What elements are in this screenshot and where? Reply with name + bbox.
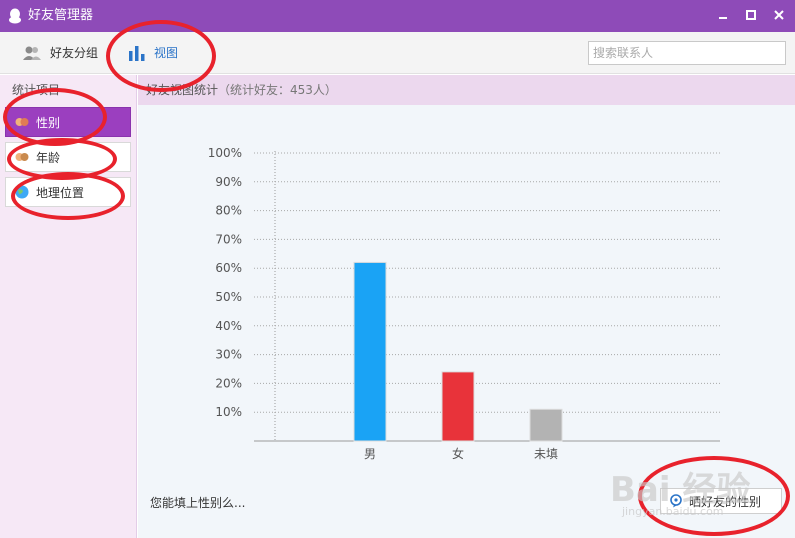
stats-title: 好友视图统计 (146, 83, 219, 97)
x-tick-label: 男 (364, 447, 376, 461)
friend-group-label: 好友分组 (50, 46, 99, 60)
sidebar-item-label: 性别 (36, 115, 61, 130)
friend-group-tab[interactable]: 好友分组 (22, 32, 98, 74)
toolbar: 好友分组 视图 (0, 32, 795, 74)
maximize-button[interactable] (740, 6, 762, 26)
sidebar-heading: 统计项目 (12, 83, 61, 97)
y-tick-label: 70% (215, 232, 242, 246)
close-icon (774, 10, 784, 20)
bar-3 (529, 408, 563, 442)
age-icon (15, 153, 29, 161)
close-button[interactable] (768, 6, 790, 26)
maximize-icon (746, 10, 756, 20)
y-tick-label: 50% (215, 290, 242, 304)
bar-chart-icon (129, 46, 145, 61)
minimize-button[interactable] (712, 6, 734, 26)
sidebar-item-label: 年龄 (36, 150, 61, 165)
window-title: 好友管理器 (28, 8, 94, 23)
sidebar-item-location[interactable]: 地理位置 (5, 177, 131, 207)
share-gender-button[interactable]: 晒好友的性别 (660, 488, 782, 514)
share-label: 晒好友的性别 (689, 494, 762, 509)
share-icon (670, 494, 682, 508)
users-icon (23, 46, 41, 60)
x-tick-label: 未填 (534, 447, 558, 461)
minimize-icon (719, 17, 727, 19)
bar-2 (441, 371, 475, 442)
main-panel: 好友视图统计（统计好友：453人） 10% 20% 30% 40% 50% 60% 70% 8… (138, 75, 795, 538)
gender-icon (15, 118, 29, 126)
y-tick-label: 30% (215, 348, 242, 362)
sidebar-item-gender[interactable]: 性别 (5, 107, 131, 137)
view-label: 视图 (154, 46, 179, 60)
sidebar-item-age[interactable]: 年龄 (5, 142, 131, 172)
x-tick-label: 女 (452, 446, 464, 461)
footer-prompt: 您能填上性别么... (150, 496, 246, 510)
y-tick-label: 40% (215, 319, 242, 333)
bar-1 (353, 261, 387, 442)
y-tick-label: 90% (215, 175, 242, 189)
stats-header: 好友视图统计（统计好友：453人） (138, 75, 795, 105)
y-tick-label: 60% (215, 261, 242, 275)
title-bar: 好友管理器 (0, 0, 795, 32)
sidebar-item-label: 地理位置 (36, 185, 85, 200)
view-tab[interactable]: 视图 (128, 32, 178, 74)
stats-count: （统计好友：453人） (218, 83, 337, 97)
y-tick-label: 10% (215, 405, 242, 419)
y-tick-label: 80% (215, 204, 242, 218)
search-input[interactable] (588, 41, 786, 65)
globe-icon (15, 185, 29, 199)
y-tick-label: 100% (208, 146, 242, 160)
qq-penguin-icon (9, 8, 21, 24)
gender-bar-chart: 10% 20% 30% 40% 50% 60% 70% 80% 90% 100% 男 女 未填 (208, 146, 720, 461)
y-tick-label: 20% (215, 376, 242, 390)
sidebar: 统计项目 性别 年龄 地理位置 (0, 75, 137, 538)
